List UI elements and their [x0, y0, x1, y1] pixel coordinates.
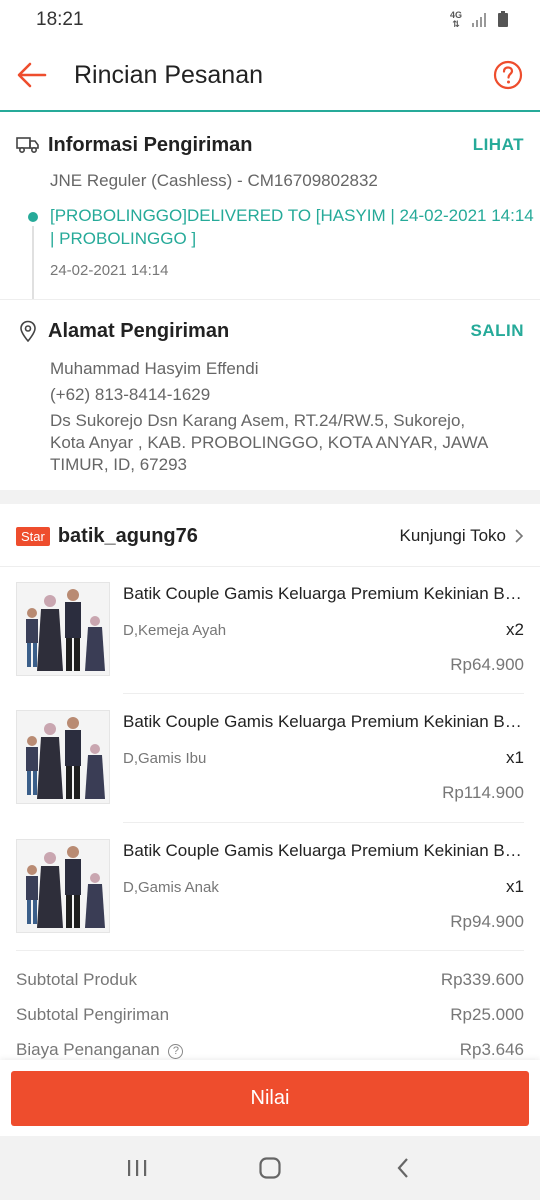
view-tracking-link[interactable]: LIHAT — [473, 135, 524, 155]
address-section: Alamat Pengiriman SALIN Muhammad Hasyim … — [0, 316, 540, 476]
rate-button[interactable]: Nilai — [11, 1071, 529, 1126]
tracking-status-line2: | PROBOLINGGO ] — [50, 229, 197, 248]
handling-fee-row: Biaya Penanganan ? Rp3.646 — [16, 1040, 524, 1060]
address-line-3: TIMUR, ID, 67293 — [50, 455, 187, 474]
product-price: Rp64.900 — [450, 655, 524, 674]
home-button[interactable] — [240, 1138, 300, 1198]
battery-icon — [498, 11, 508, 27]
chevron-left-icon — [397, 1158, 409, 1178]
shipping-info-title: Informasi Pengiriman — [48, 133, 253, 156]
subtotal-value: Rp339.600 — [440, 970, 524, 989]
product-quantity: x1 — [506, 877, 524, 896]
copy-address-link[interactable]: SALIN — [471, 321, 525, 341]
tracking-dot — [28, 212, 38, 222]
shipping-cost-label: Subtotal Pengiriman — [16, 1005, 170, 1024]
network-type-label: 4G ⇅ — [449, 10, 462, 29]
address-header: Alamat Pengiriman SALIN — [0, 316, 540, 346]
system-nav-bar — [0, 1136, 540, 1200]
product-quantity: x1 — [506, 748, 524, 767]
recent-apps-icon — [127, 1160, 146, 1176]
product-name: Batik Couple Gamis Keluarga Premium Keki… — [123, 584, 525, 603]
status-icons: 4G ⇅ — [450, 11, 508, 29]
status-time: 18:21 — [36, 9, 84, 30]
recipient-phone: (+62) 813-8414-1629 — [50, 385, 211, 404]
star-seller-badge: Star — [16, 526, 50, 546]
shop-name: batik_agung76 — [57, 524, 198, 547]
address-title: Alamat Pengiriman — [48, 319, 230, 342]
item-divider — [123, 822, 524, 823]
address-line-1: Ds Sukorejo Dsn Karang Asem, RT.24/RW.5,… — [50, 411, 466, 430]
product-quantity: x2 — [506, 620, 524, 639]
product-item[interactable]: Batik Couple Gamis Keluarga Premium Keki… — [16, 710, 525, 822]
address-line-2: Kota Anyar , KAB. PROBOLINGGO, KOTA ANYA… — [50, 433, 489, 452]
tracking-line — [32, 226, 34, 300]
help-circle-icon — [493, 60, 523, 90]
handling-fee-label: Biaya Penanganan — [16, 1040, 160, 1059]
subtotal-label: Subtotal Produk — [16, 970, 137, 989]
product-price: Rp114.900 — [442, 783, 524, 802]
product-variant: D,Kemeja Ayah — [123, 622, 227, 639]
tracking-time: 24-02-2021 14:14 — [50, 262, 169, 279]
subtotal-row: Subtotal Produk Rp339.600 — [16, 970, 524, 990]
truck-icon — [16, 133, 40, 157]
section-gap — [0, 490, 540, 504]
shipping-cost-row: Subtotal Pengiriman Rp25.000 — [16, 1005, 524, 1025]
location-pin-icon — [16, 319, 40, 343]
shipping-cost-value: Rp25.000 — [450, 1005, 524, 1024]
product-image — [16, 710, 110, 804]
help-button[interactable] — [476, 39, 540, 111]
shop-header: Star batik_agung76 Kunjungi Toko — [0, 518, 540, 554]
tracking-entry: [PROBOLINGGO]DELIVERED TO [HASYIM | 24-0… — [0, 204, 540, 300]
product-price: Rp94.900 — [450, 912, 524, 931]
tracking-status-line1: [PROBOLINGGO]DELIVERED TO [HASYIM | 24-0… — [50, 206, 534, 225]
info-icon[interactable]: ? — [168, 1044, 184, 1059]
item-divider — [123, 693, 524, 694]
status-bar: 18:21 4G ⇅ — [0, 0, 540, 40]
page-title: Rincian Pesanan — [74, 60, 264, 89]
recipient-name: Muhammad Hasyim Effendi — [50, 359, 259, 378]
handling-fee-value: Rp3.646 — [459, 1040, 524, 1059]
product-image — [16, 839, 110, 933]
back-button[interactable] — [0, 39, 64, 111]
product-variant: D,Gamis Anak — [123, 879, 219, 896]
product-item[interactable]: Batik Couple Gamis Keluarga Premium Keki… — [16, 582, 525, 694]
chevron-right-icon — [515, 529, 524, 543]
product-item[interactable]: Batik Couple Gamis Keluarga Premium Keki… — [16, 839, 525, 951]
courier-info: JNE Reguler (Cashless) - CM16709802832 — [50, 171, 378, 190]
shipping-info-section: Informasi Pengiriman LIHAT JNE Reguler (… — [0, 130, 540, 300]
summary-divider — [16, 950, 524, 951]
address-details: Muhammad Hasyim Effendi (+62) 813-8414-1… — [0, 356, 540, 476]
recent-apps-button[interactable] — [107, 1138, 167, 1198]
arrow-left-icon — [17, 62, 47, 88]
visit-shop-button[interactable]: Kunjungi Toko — [400, 526, 525, 546]
product-name: Batik Couple Gamis Keluarga Premium Keki… — [123, 841, 525, 860]
section-divider — [0, 299, 540, 300]
system-back-button[interactable] — [373, 1138, 433, 1198]
app-bar: Rincian Pesanan — [0, 40, 540, 112]
home-icon — [259, 1157, 281, 1179]
visit-shop-label: Kunjungi Toko — [399, 526, 507, 545]
bottom-action-bar: Nilai — [0, 1060, 540, 1136]
shipping-info-header: Informasi Pengiriman LIHAT — [0, 130, 540, 160]
product-variant: D,Gamis Ibu — [123, 750, 207, 767]
section-divider — [0, 566, 540, 567]
product-name: Batik Couple Gamis Keluarga Premium Keki… — [123, 712, 525, 731]
signal-icon — [472, 13, 486, 27]
product-image — [16, 582, 110, 676]
